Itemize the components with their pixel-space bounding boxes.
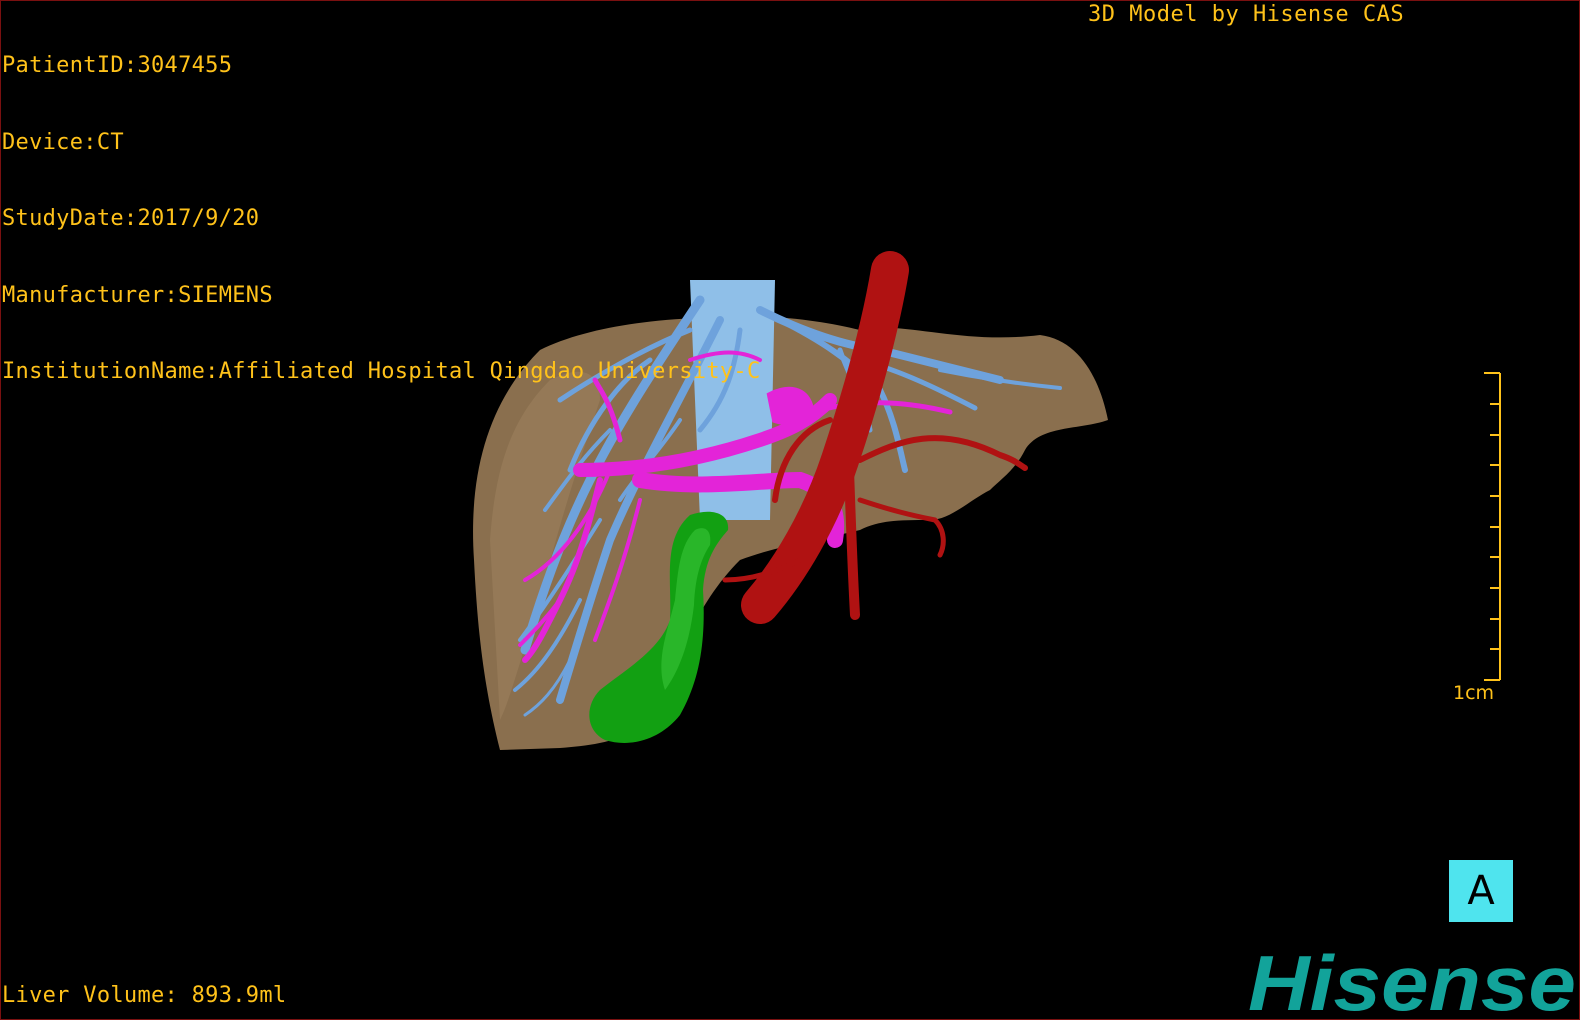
study-date-text: StudyDate:2017/9/20 — [2, 206, 260, 231]
hisense-logo: Hisense — [1248, 940, 1576, 1020]
model-credit-text: 3D Model by Hisense CAS — [1088, 2, 1405, 27]
scale-bar-label: 1cm — [1453, 682, 1495, 704]
scale-bar — [1484, 372, 1501, 681]
hisense-logo-text: Hisense — [1248, 940, 1576, 1020]
dicom-info-overlay: PatientID:3047455 Device:CT StudyDate:20… — [2, 2, 761, 410]
view-orientation-button[interactable]: A — [1449, 860, 1513, 922]
institution-text: InstitutionName:Affiliated Hospital Qing… — [2, 359, 761, 384]
device-text: Device:CT — [2, 129, 124, 155]
patient-id-text: PatientID:3047455 — [2, 53, 233, 78]
liver-volume-text: Liver Volume: 893.9ml — [2, 983, 287, 1008]
manufacturer-text: Manufacturer:SIEMENS — [2, 282, 273, 308]
